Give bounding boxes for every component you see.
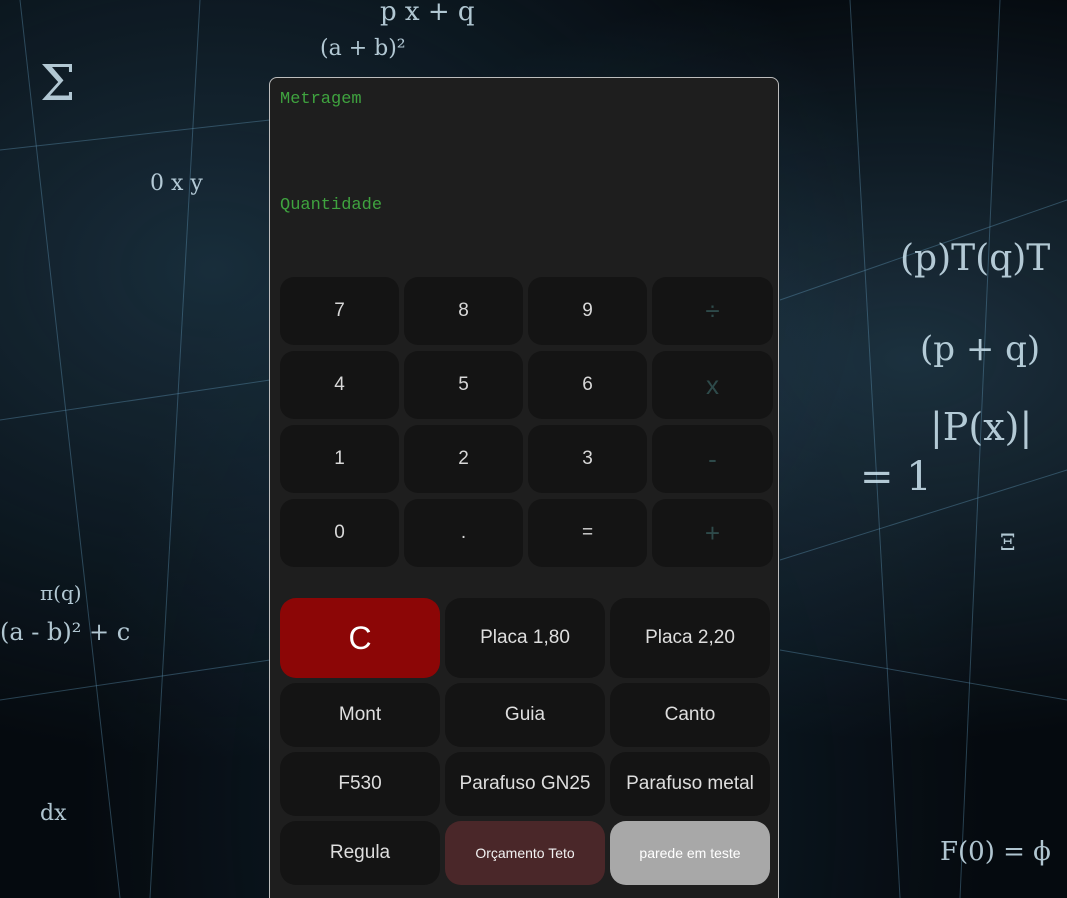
quantidade-label: Quantidade [280, 196, 383, 215]
parede-em-teste-button[interactable]: parede em teste [610, 821, 770, 885]
function-buttons: C Placa 1,80 Placa 2,20 Mont Guia Canto … [280, 598, 772, 885]
guia-button[interactable]: Guia [445, 683, 605, 747]
formula-text: 0 x y [150, 171, 203, 196]
key-multiply[interactable]: x [652, 351, 773, 419]
formula-text: π(q) [40, 581, 82, 605]
key-divide[interactable]: ÷ [652, 277, 773, 345]
key-1[interactable]: 1 [280, 425, 399, 493]
formula-text: F(0) = ϕ [940, 837, 1051, 867]
formula-text: (a - b)² + c [0, 618, 130, 646]
formula-text: (p + q) [920, 329, 1040, 369]
formula-text: Ξ [1000, 531, 1015, 556]
key-subtract[interactable]: - [652, 425, 773, 493]
key-3[interactable]: 3 [528, 425, 647, 493]
placa-220-button[interactable]: Placa 2,20 [610, 598, 770, 678]
regula-button[interactable]: Regula [280, 821, 440, 885]
parafuso-metal-button[interactable]: Parafuso metal [610, 752, 770, 816]
key-6[interactable]: 6 [528, 351, 647, 419]
parafuso-gn25-button[interactable]: Parafuso GN25 [445, 752, 605, 816]
canto-button[interactable]: Canto [610, 683, 770, 747]
formula-text: (a + b)² [320, 36, 406, 61]
orcamento-teto-button[interactable]: Orçamento Teto [445, 821, 605, 885]
keypad: 7 8 9 ÷ 4 5 6 x 1 2 3 - 0 . = + [280, 277, 775, 567]
calculator-panel: Metragem Quantidade 7 8 9 ÷ 4 5 6 x 1 2 … [269, 77, 779, 898]
key-0[interactable]: 0 [280, 499, 399, 567]
formula-text: = 1 [860, 454, 932, 500]
clear-button[interactable]: C [280, 598, 440, 678]
key-9[interactable]: 9 [528, 277, 647, 345]
formula-text: dx [40, 801, 67, 826]
mont-button[interactable]: Mont [280, 683, 440, 747]
f530-button[interactable]: F530 [280, 752, 440, 816]
formula-text: |P(x)| [930, 405, 1032, 449]
key-4[interactable]: 4 [280, 351, 399, 419]
formula-text: Σ [40, 54, 75, 112]
key-decimal[interactable]: . [404, 499, 523, 567]
formula-text: (p)T(q)T [900, 238, 1050, 279]
key-add[interactable]: + [652, 499, 773, 567]
key-equals[interactable]: = [528, 499, 647, 567]
key-7[interactable]: 7 [280, 277, 399, 345]
key-8[interactable]: 8 [404, 277, 523, 345]
placa-180-button[interactable]: Placa 1,80 [445, 598, 605, 678]
key-2[interactable]: 2 [404, 425, 523, 493]
key-5[interactable]: 5 [404, 351, 523, 419]
formula-text: p x + q [380, 0, 475, 27]
metragem-label: Metragem [280, 90, 362, 109]
